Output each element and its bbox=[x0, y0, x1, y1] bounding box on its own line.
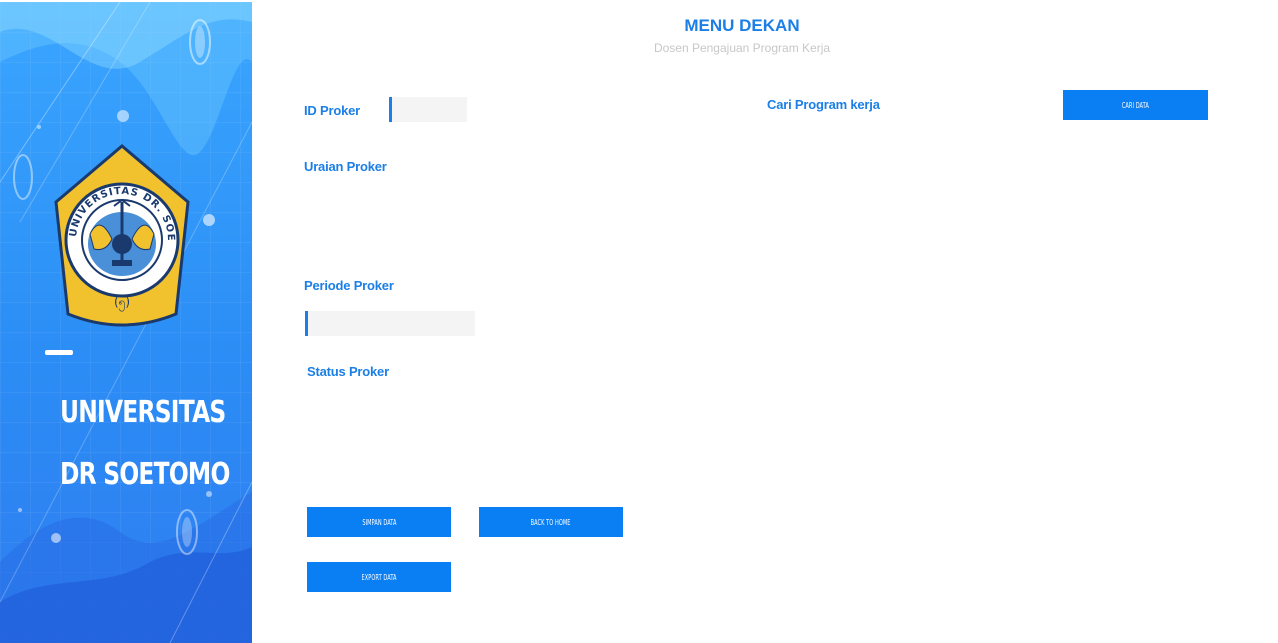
id-proker-label: ID Proker bbox=[304, 103, 361, 118]
search-data-button-label: CARI DATA bbox=[1121, 100, 1150, 110]
status-proker-label: Status Proker bbox=[307, 364, 389, 379]
brand-line-2: DR SOETOMO bbox=[60, 457, 230, 492]
sidebar-panel: (၅) UNIVERSITAS DR. SOETOMO UNIVERSITAS … bbox=[0, 2, 252, 643]
save-data-button-label: SIMPAN DATA bbox=[361, 517, 397, 527]
brand-line-1: UNIVERSITAS bbox=[60, 395, 226, 430]
id-proker-input[interactable] bbox=[389, 97, 467, 122]
export-data-button[interactable]: EXPORT DATA bbox=[307, 562, 451, 592]
periode-proker-input[interactable] bbox=[305, 311, 475, 336]
uraian-proker-label: Uraian Proker bbox=[304, 159, 387, 174]
back-to-home-button[interactable]: BACK TO HOME bbox=[479, 507, 623, 537]
search-data-button[interactable]: CARI DATA bbox=[1063, 90, 1208, 120]
search-program-label: Cari Program kerja bbox=[767, 97, 880, 112]
page-title: MENU DEKAN bbox=[684, 16, 800, 35]
back-to-home-button-label: BACK TO HOME bbox=[530, 517, 571, 527]
university-logo: (၅) UNIVERSITAS DR. SOETOMO bbox=[50, 144, 190, 327]
page-subtitle: Dosen Pengajuan Program Kerja bbox=[653, 41, 831, 55]
save-data-button[interactable]: SIMPAN DATA bbox=[307, 507, 451, 537]
export-data-button-label: EXPORT DATA bbox=[361, 572, 397, 582]
periode-proker-label: Periode Proker bbox=[304, 278, 394, 293]
sidebar-divider bbox=[45, 350, 73, 355]
